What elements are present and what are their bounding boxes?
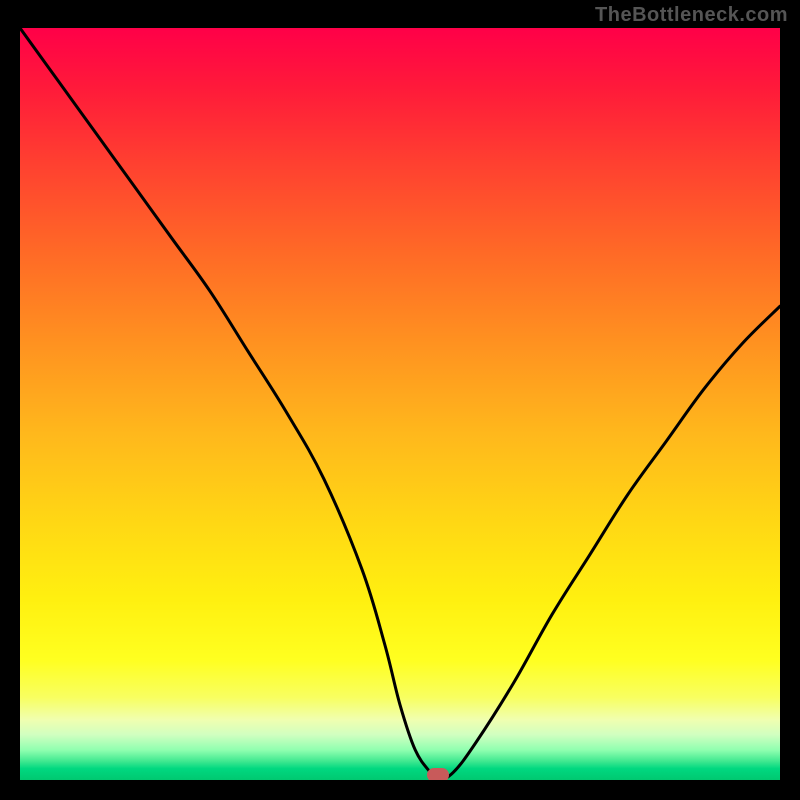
optimal-point-marker — [427, 768, 449, 780]
plot-area — [20, 28, 780, 780]
chart-container: TheBottleneck.com — [0, 0, 800, 800]
watermark-text: TheBottleneck.com — [595, 4, 788, 27]
curve-svg — [20, 28, 780, 780]
bottleneck-curve — [20, 28, 780, 780]
